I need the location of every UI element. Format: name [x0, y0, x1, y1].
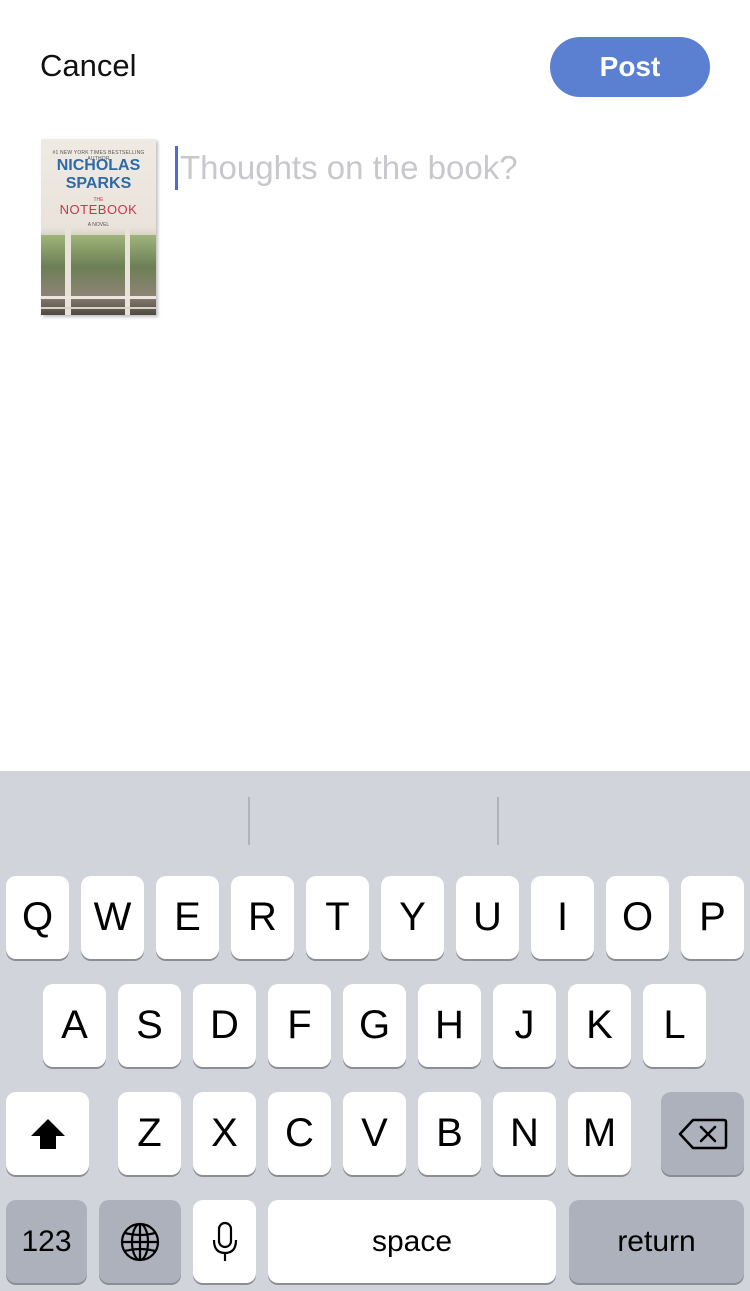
key-o[interactable]: O [606, 876, 669, 959]
key-q[interactable]: Q [6, 876, 69, 959]
cover-porch-post [65, 225, 71, 315]
shift-key[interactable] [6, 1092, 89, 1175]
key-u[interactable]: U [456, 876, 519, 959]
cover-novel: A NOVEL [87, 222, 110, 228]
key-d[interactable]: D [193, 984, 256, 1067]
numbers-key[interactable]: 123 [6, 1200, 87, 1283]
dictation-key[interactable] [193, 1200, 256, 1283]
space-key[interactable]: space [268, 1200, 556, 1283]
cover-author-line1: NICHOLAS [56, 157, 141, 174]
keyboard: Q W E R T Y U I O P A S D F G H J K L Z … [0, 771, 750, 1291]
key-z[interactable]: Z [118, 1092, 181, 1175]
cover-porch-rail [41, 296, 156, 299]
cover-porch-post [125, 225, 130, 315]
key-e[interactable]: E [156, 876, 219, 959]
key-g[interactable]: G [343, 984, 406, 1067]
key-m[interactable]: M [568, 1092, 631, 1175]
microphone-icon [212, 1221, 237, 1261]
key-p[interactable]: P [681, 876, 744, 959]
key-n[interactable]: N [493, 1092, 556, 1175]
key-c[interactable]: C [268, 1092, 331, 1175]
backspace-key[interactable] [661, 1092, 744, 1175]
key-i[interactable]: I [531, 876, 594, 959]
cover-author-line2: SPARKS [65, 175, 132, 192]
book-cover: #1 NEW YORK TIMES BESTSELLING AUTHOR NIC… [41, 139, 156, 315]
key-t[interactable]: T [306, 876, 369, 959]
key-k[interactable]: K [568, 984, 631, 1067]
compose-header: Cancel Post [0, 0, 750, 130]
globe-key[interactable] [99, 1200, 181, 1283]
post-button[interactable]: Post [550, 37, 710, 97]
key-j[interactable]: J [493, 984, 556, 1067]
key-a[interactable]: A [43, 984, 106, 1067]
globe-icon [120, 1222, 160, 1261]
thoughts-input[interactable]: Thoughts on the book? [180, 149, 518, 187]
key-y[interactable]: Y [381, 876, 444, 959]
suggestion-separator [497, 797, 499, 845]
key-l[interactable]: L [643, 984, 706, 1067]
cover-illustration [41, 235, 156, 315]
key-v[interactable]: V [343, 1092, 406, 1175]
cover-author: NICHOLAS SPARKS [41, 157, 156, 193]
key-f[interactable]: F [268, 984, 331, 1067]
key-w[interactable]: W [81, 876, 144, 959]
shift-icon [30, 1118, 65, 1149]
return-key[interactable]: return [569, 1200, 744, 1283]
cancel-button[interactable]: Cancel [40, 48, 137, 84]
key-h[interactable]: H [418, 984, 481, 1067]
suggestion-separator [248, 797, 250, 845]
key-s[interactable]: S [118, 984, 181, 1067]
backspace-icon [678, 1118, 727, 1149]
text-caret [175, 146, 178, 190]
key-r[interactable]: R [231, 876, 294, 959]
key-b[interactable]: B [418, 1092, 481, 1175]
cover-porch-rail [41, 307, 156, 309]
cover-title: NOTEBOOK [59, 202, 138, 217]
key-x[interactable]: X [193, 1092, 256, 1175]
